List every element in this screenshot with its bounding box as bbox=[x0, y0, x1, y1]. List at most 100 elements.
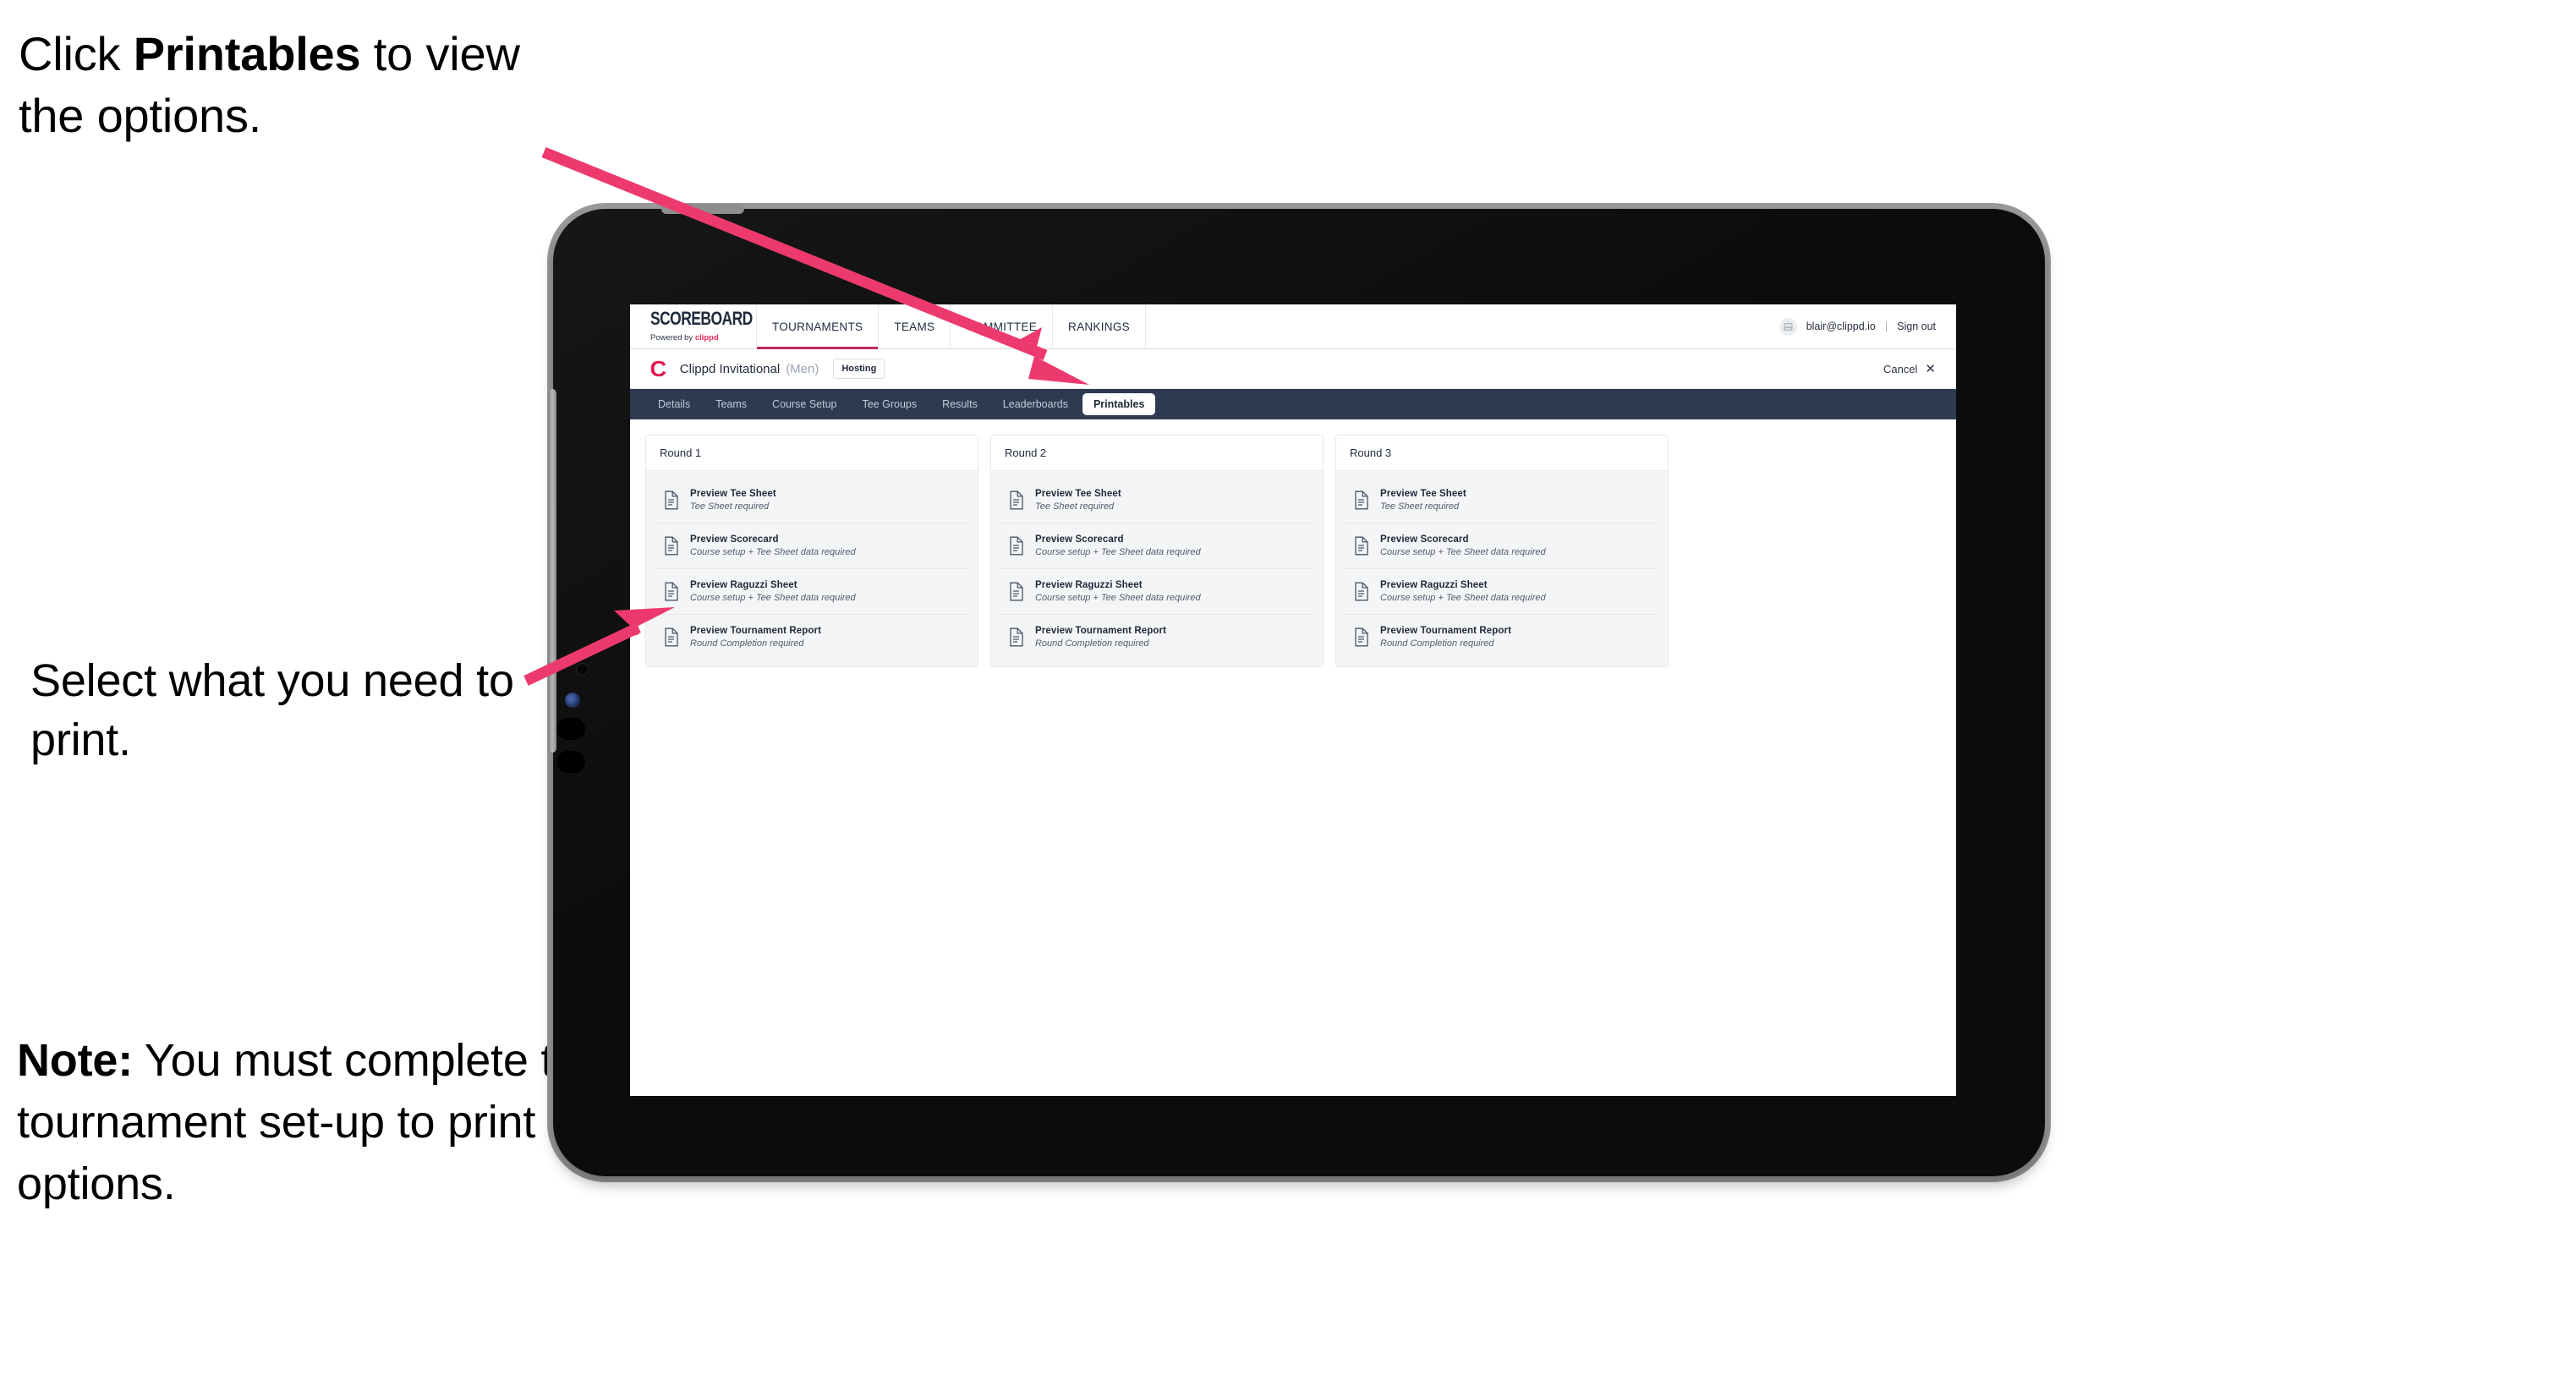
printable-title: Preview Tee Sheet bbox=[1380, 489, 1466, 499]
printable-item-texts: Preview Raguzzi Sheet Course setup + Tee… bbox=[1380, 580, 1546, 603]
printable-requirement: Round Completion required bbox=[690, 638, 804, 649]
printable-title: Preview Tournament Report bbox=[690, 626, 822, 636]
printable-title: Preview Raguzzi Sheet bbox=[1380, 580, 1488, 590]
cancel-label: Cancel bbox=[1883, 362, 1918, 375]
subnav-item-tee-groups[interactable]: Tee Groups bbox=[851, 393, 928, 415]
printable-item-texts: Preview Tournament Report Round Completi… bbox=[1380, 626, 1511, 649]
round-column-1: Round 1 Preview Tee Sheet Tee Sheet requ… bbox=[645, 435, 978, 667]
document-icon bbox=[1353, 536, 1369, 556]
printable-item-texts: Preview Raguzzi Sheet Course setup + Tee… bbox=[690, 580, 856, 603]
printable-requirement: Course setup + Tee Sheet data required bbox=[690, 547, 856, 557]
printable-item-texts: Preview Tee Sheet Tee Sheet required bbox=[690, 489, 776, 512]
printable-requirement: Course setup + Tee Sheet data required bbox=[1380, 593, 1546, 603]
tablet-screen: SCOREBOARD Powered by clippd TOURNAMENTS… bbox=[630, 304, 1956, 1096]
printable-requirement: Tee Sheet required bbox=[690, 501, 770, 512]
tournament-gender: (Men) bbox=[786, 361, 819, 376]
printable-item-texts: Preview Scorecard Course setup + Tee She… bbox=[1035, 534, 1201, 557]
document-icon bbox=[1008, 490, 1024, 510]
document-icon bbox=[663, 490, 679, 510]
printable-item-scorecard[interactable]: Preview Scorecard Course setup + Tee She… bbox=[1345, 523, 1659, 569]
subnav-item-printables[interactable]: Printables bbox=[1082, 393, 1156, 415]
nav-item-tournaments[interactable]: TOURNAMENTS bbox=[757, 304, 880, 349]
printable-item-tournament-report[interactable]: Preview Tournament Report Round Completi… bbox=[655, 615, 969, 660]
printable-title: Preview Tournament Report bbox=[1035, 626, 1167, 636]
nav-item-committee[interactable]: COMMITTEE bbox=[951, 304, 1054, 348]
round-column-3: Round 3 Preview Tee Sheet Tee Sheet requ… bbox=[1335, 435, 1669, 667]
printable-item-texts: Preview Scorecard Course setup + Tee She… bbox=[690, 534, 856, 557]
printable-item-texts: Preview Raguzzi Sheet Course setup + Tee… bbox=[1035, 580, 1201, 603]
annotation-click-printables: Click Printables to view the options. bbox=[19, 24, 577, 147]
tablet-volume-up-button[interactable] bbox=[556, 718, 585, 740]
annotation-3-bold: Note: bbox=[17, 1035, 133, 1086]
document-icon bbox=[1353, 582, 1369, 601]
cancel-button[interactable]: Cancel ✕ bbox=[1883, 363, 1936, 375]
account-email: blair@clippd.io bbox=[1806, 320, 1876, 332]
printable-requirement: Course setup + Tee Sheet data required bbox=[1035, 547, 1201, 557]
round-items: Preview Tee Sheet Tee Sheet required Pre… bbox=[991, 471, 1323, 666]
document-icon bbox=[1353, 490, 1369, 510]
document-icon bbox=[1353, 627, 1369, 647]
scoreboard-logo-text: SCOREBOARD bbox=[650, 309, 753, 330]
printable-item-texts: Preview Tournament Report Round Completi… bbox=[690, 626, 821, 649]
round-header: Round 1 bbox=[646, 436, 978, 471]
nav-item-rankings[interactable]: RANKINGS bbox=[1053, 304, 1146, 348]
printable-item-texts: Preview Tee Sheet Tee Sheet required bbox=[1380, 489, 1466, 512]
sign-out-button[interactable]: Sign out bbox=[1897, 320, 1936, 332]
tablet-volume-down-button[interactable] bbox=[556, 751, 585, 773]
printable-item-tee-sheet[interactable]: Preview Tee Sheet Tee Sheet required bbox=[1345, 478, 1659, 523]
printable-requirement: Course setup + Tee Sheet data required bbox=[690, 593, 856, 603]
tablet-camera-icon bbox=[576, 663, 589, 676]
printable-item-tee-sheet[interactable]: Preview Tee Sheet Tee Sheet required bbox=[1000, 478, 1314, 523]
printable-item-raguzzi-sheet[interactable]: Preview Raguzzi Sheet Course setup + Tee… bbox=[1345, 569, 1659, 615]
document-icon bbox=[1008, 536, 1024, 556]
printable-title: Preview Tee Sheet bbox=[690, 489, 776, 499]
round-items: Preview Tee Sheet Tee Sheet required Pre… bbox=[1336, 471, 1668, 666]
rounds-grid: Round 1 Preview Tee Sheet Tee Sheet requ… bbox=[645, 435, 1941, 667]
tablet-left-edge bbox=[548, 389, 556, 753]
subnav-item-details[interactable]: Details bbox=[647, 393, 701, 415]
document-icon bbox=[1008, 627, 1024, 647]
printable-item-tournament-report[interactable]: Preview Tournament Report Round Completi… bbox=[1000, 615, 1314, 660]
annotation-1-prefix: Click bbox=[19, 27, 134, 80]
close-icon: ✕ bbox=[1925, 361, 1936, 376]
printable-item-raguzzi-sheet[interactable]: Preview Raguzzi Sheet Course setup + Tee… bbox=[1000, 569, 1314, 615]
round-column-2: Round 2 Preview Tee Sheet Tee Sheet requ… bbox=[990, 435, 1324, 667]
subnav-item-leaderboards[interactable]: Leaderboards bbox=[992, 393, 1079, 415]
printable-title: Preview Raguzzi Sheet bbox=[690, 580, 797, 590]
user-avatar-icon[interactable] bbox=[1779, 317, 1797, 336]
printable-requirement: Tee Sheet required bbox=[1035, 501, 1115, 512]
annotation-select-to-print: Select what you need to print. bbox=[30, 655, 514, 766]
printable-title: Preview Scorecard bbox=[1380, 534, 1469, 545]
nav-item-teams[interactable]: TEAMS bbox=[879, 304, 951, 348]
document-icon bbox=[1008, 582, 1024, 601]
annotation-1-bold: Printables bbox=[133, 27, 361, 80]
hosting-status-badge[interactable]: Hosting bbox=[833, 359, 885, 379]
tournament-name: Clippd Invitational bbox=[679, 361, 781, 376]
clippd-brand-label: clippd bbox=[694, 333, 719, 342]
printable-requirement: Round Completion required bbox=[1380, 638, 1494, 649]
printable-requirement: Round Completion required bbox=[1035, 638, 1149, 649]
printable-requirement: Course setup + Tee Sheet data required bbox=[1380, 547, 1546, 557]
primary-nav: TOURNAMENTS TEAMS COMMITTEE RANKINGS bbox=[757, 304, 1146, 349]
printables-panel: Round 1 Preview Tee Sheet Tee Sheet requ… bbox=[630, 419, 1956, 1096]
powered-by-label: Powered by bbox=[650, 333, 695, 342]
scoreboard-logo-subtitle: Powered by clippd bbox=[650, 333, 756, 342]
subnav-item-teams[interactable]: Teams bbox=[704, 393, 758, 415]
printable-title: Preview Tournament Report bbox=[1380, 626, 1512, 636]
tournament-title-bar: C Clippd Invitational (Men) Hosting Canc… bbox=[630, 349, 1956, 389]
document-icon bbox=[663, 627, 679, 647]
document-icon bbox=[663, 582, 679, 601]
printable-item-raguzzi-sheet[interactable]: Preview Raguzzi Sheet Course setup + Tee… bbox=[655, 569, 969, 615]
printable-item-tournament-report[interactable]: Preview Tournament Report Round Completi… bbox=[1345, 615, 1659, 660]
printable-item-scorecard[interactable]: Preview Scorecard Course setup + Tee She… bbox=[1000, 523, 1314, 569]
printable-item-tee-sheet[interactable]: Preview Tee Sheet Tee Sheet required bbox=[655, 478, 969, 523]
printable-item-scorecard[interactable]: Preview Scorecard Course setup + Tee She… bbox=[655, 523, 969, 569]
subnav-item-results[interactable]: Results bbox=[931, 393, 989, 415]
scoreboard-logo[interactable]: SCOREBOARD Powered by clippd bbox=[630, 304, 757, 348]
round-items: Preview Tee Sheet Tee Sheet required Pre… bbox=[646, 471, 978, 666]
subnav-item-course-setup[interactable]: Course Setup bbox=[761, 393, 847, 415]
printable-title: Preview Scorecard bbox=[1035, 534, 1124, 545]
account-area: blair@clippd.io | Sign out bbox=[1779, 304, 1956, 348]
printable-title: Preview Scorecard bbox=[690, 534, 779, 545]
printable-title: Preview Raguzzi Sheet bbox=[1035, 580, 1143, 590]
